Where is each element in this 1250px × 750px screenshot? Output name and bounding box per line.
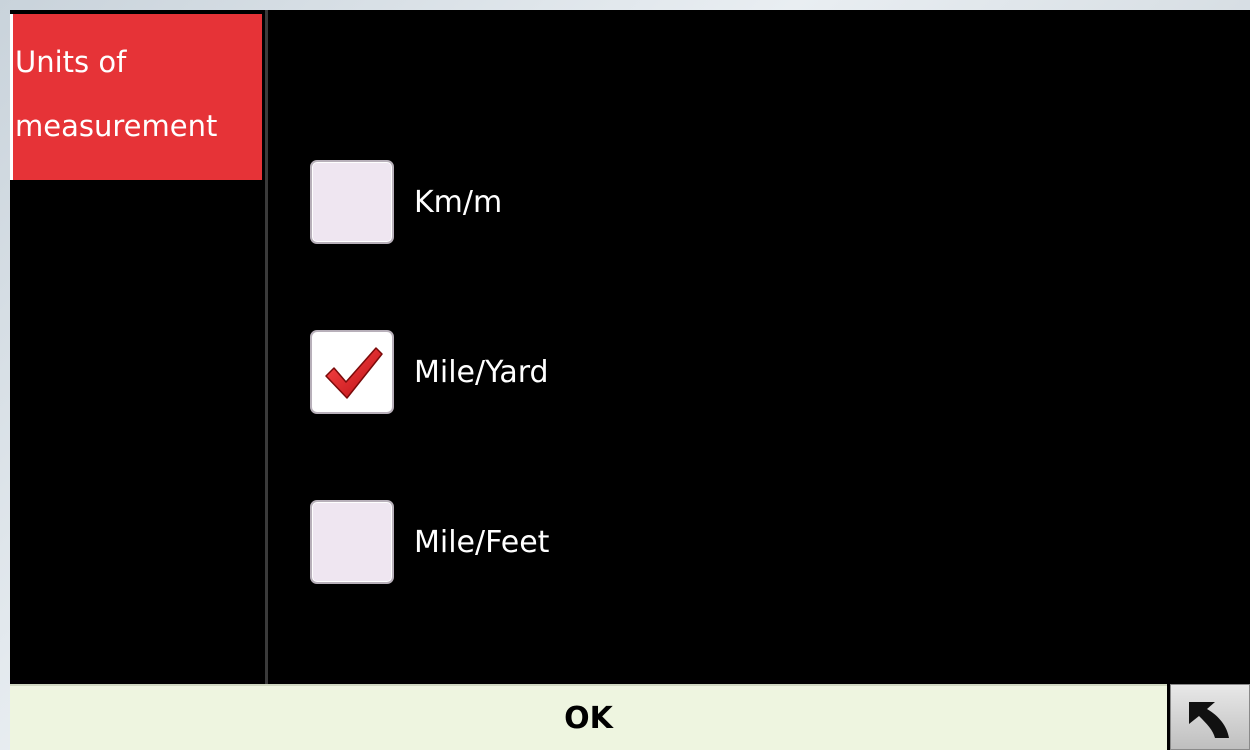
back-button[interactable]	[1170, 684, 1250, 750]
checkbox-mile-feet[interactable]	[310, 500, 394, 584]
option-label-mile-feet: Mile/Feet	[414, 524, 550, 560]
category-label-line1: Units of	[15, 45, 127, 79]
undo-arrow-icon	[1189, 702, 1229, 738]
option-km-m[interactable]: Km/m	[310, 160, 502, 244]
checkmark-icon	[325, 347, 383, 399]
category-tab-units-of-measurement[interactable]: Units of measurement	[10, 14, 262, 180]
category-label-line2: measurement	[15, 109, 218, 143]
sidebar-divider	[265, 10, 268, 685]
ok-button[interactable]: OK	[10, 684, 1167, 750]
option-label-km-m: Km/m	[414, 184, 503, 220]
option-mile-feet[interactable]: Mile/Feet	[310, 500, 549, 584]
checkbox-mile-yard[interactable]	[310, 330, 394, 414]
settings-screen: Units of measurement Km/m Mile/Yard Mile…	[10, 10, 1250, 750]
device-frame: Units of measurement Km/m Mile/Yard Mile…	[0, 0, 1250, 750]
option-label-mile-yard: Mile/Yard	[414, 354, 549, 390]
checkbox-km-m[interactable]	[310, 160, 394, 244]
sidebar: Units of measurement	[10, 10, 265, 685]
ok-button-label: OK	[564, 700, 613, 736]
option-mile-yard[interactable]: Mile/Yard	[310, 330, 549, 414]
